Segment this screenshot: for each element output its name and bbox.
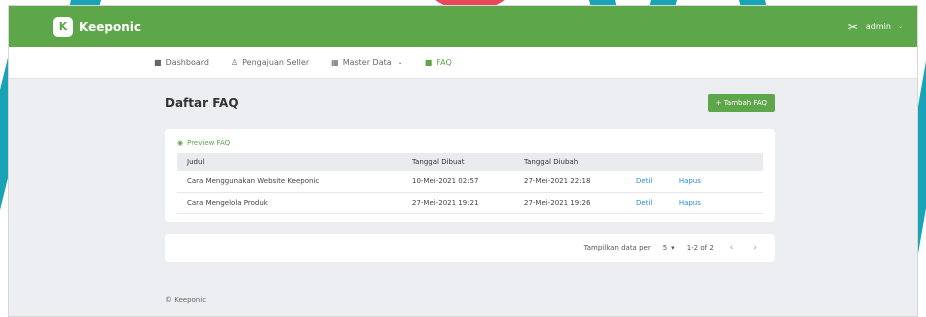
column-header-judul: Judul: [187, 158, 205, 166]
table-row: Cara Mengelola Produk 27-Mei-2021 19:21 …: [177, 192, 763, 214]
nav-label: Master Data: [342, 58, 392, 67]
column-header-actions: [626, 153, 763, 171]
user-name: admin: [865, 22, 891, 31]
nav-item-faq[interactable]: ■ FAQ: [425, 58, 452, 67]
user-avatar-icon: ✂: [847, 19, 858, 34]
brand-name: Keeponic: [79, 19, 141, 34]
per-page-select[interactable]: 5 ▾: [663, 244, 675, 252]
cell-judul: Cara Menggunakan Website Keeponic: [177, 171, 402, 193]
faq-icon: ■: [424, 58, 433, 67]
user-menu[interactable]: ✂ admin ⌄: [845, 19, 903, 35]
per-page-label: Tampilkan data per: [583, 243, 651, 252]
page-title: Daftar FAQ: [165, 96, 239, 110]
grid-icon: ■: [154, 58, 162, 67]
faq-table: Judul Tanggal Dibuat Tanggal Diubah Cara…: [177, 153, 763, 214]
next-page-button[interactable]: ›: [749, 243, 761, 253]
logo-icon: K: [53, 16, 73, 37]
database-icon: ▦: [331, 58, 339, 67]
cell-actions: Detil Hapus: [626, 192, 763, 214]
cell-actions: Detil Hapus: [626, 171, 763, 193]
detail-link[interactable]: Detil: [636, 177, 652, 185]
delete-link[interactable]: Hapus: [679, 199, 701, 207]
cell-judul: Cara Mengelola Produk: [177, 192, 402, 214]
user-icon: ♙: [230, 58, 239, 67]
nav-label: Pengajuan Seller: [242, 58, 310, 67]
faq-table-card: ◉ Preview FAQ Judul Tanggal Dibuat Tangg…: [165, 129, 775, 222]
add-faq-button[interactable]: + Tambah FAQ: [707, 94, 775, 112]
page-range: 1-2 of 2: [686, 243, 714, 252]
nav-item-pengajuan-seller[interactable]: ♙ Pengajuan Seller: [231, 58, 309, 67]
footer-copyright: © Keeponic: [165, 296, 207, 304]
brand[interactable]: K Keeponic: [53, 16, 141, 37]
main-nav: ■ Dashboard ♙ Pengajuan Seller ▦ Master …: [9, 47, 917, 79]
eye-icon: ◉: [177, 139, 184, 147]
cell-tanggal-dibuat: 10-Mei-2021 02:57: [402, 171, 514, 193]
preview-faq-link[interactable]: ◉ Preview FAQ: [177, 139, 763, 147]
cell-tanggal-dibuat: 27-Mei-2021 19:21: [402, 192, 514, 214]
nav-item-master-data[interactable]: ▦ Master Data ⌄: [331, 58, 403, 67]
detail-link[interactable]: Detil: [636, 199, 652, 207]
prev-page-button[interactable]: ‹: [726, 243, 738, 253]
nav-label: Dashboard: [165, 58, 209, 67]
table-row: Cara Menggunakan Website Keeponic 10-Mei…: [177, 171, 763, 193]
pagination-bar: Tampilkan data per 5 ▾ 1-2 of 2 ‹ ›: [165, 233, 775, 262]
nav-item-dashboard[interactable]: ■ Dashboard: [154, 58, 209, 67]
chevron-down-icon: ⌄: [397, 59, 403, 66]
chevron-down-icon: ⌄: [897, 23, 903, 30]
cell-tanggal-diubah: 27-Mei-2021 22:18: [514, 171, 626, 193]
app-window: K Keeponic ✂ admin ⌄ ■ Dashboard ♙ Penga…: [8, 5, 918, 317]
preview-label: Preview FAQ: [187, 139, 231, 147]
table-header-row: Judul Tanggal Dibuat Tanggal Diubah: [177, 153, 763, 171]
cell-tanggal-diubah: 27-Mei-2021 19:26: [514, 192, 626, 214]
nav-label: FAQ: [436, 58, 452, 67]
delete-link[interactable]: Hapus: [679, 177, 701, 185]
per-page-value: 5: [662, 243, 668, 252]
page-header: Daftar FAQ + Tambah FAQ: [165, 93, 775, 113]
chevron-down-icon: ▾: [671, 243, 675, 252]
main-content: Daftar FAQ + Tambah FAQ ◉ Preview FAQ Ju…: [9, 93, 917, 262]
top-bar: K Keeponic ✂ admin ⌄: [9, 6, 917, 47]
column-header-tanggal-diubah: Tanggal Diubah: [524, 158, 579, 166]
column-header-tanggal-dibuat: Tanggal Dibuat: [412, 158, 465, 166]
